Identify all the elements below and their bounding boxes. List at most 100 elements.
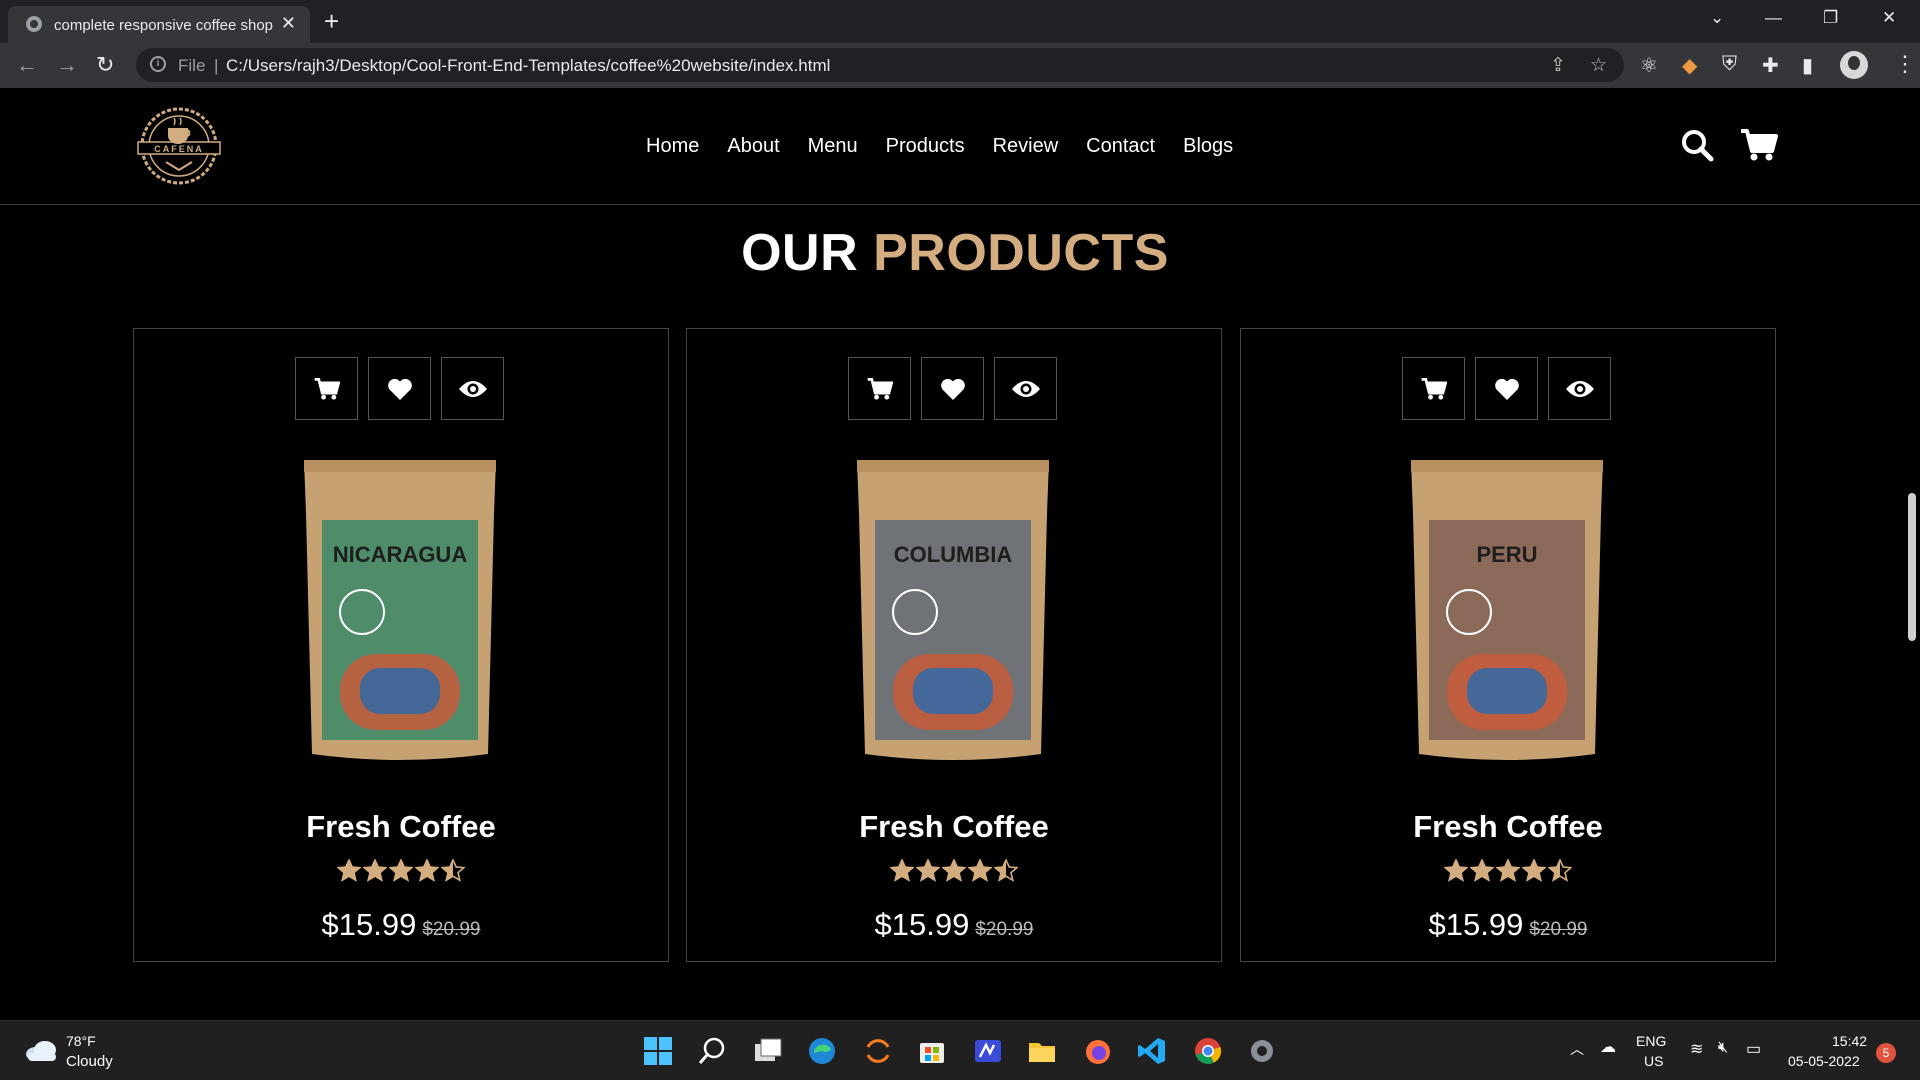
old-price: $20.99: [422, 919, 481, 940]
extensions-puzzle-icon[interactable]: ✚: [1762, 53, 1779, 78]
section-title: OUR PRODUCTS: [741, 224, 1169, 282]
profile-avatar[interactable]: [1840, 51, 1868, 79]
forward-button[interactable]: →: [56, 52, 78, 78]
tab-search-icon[interactable]: ⌄: [1710, 8, 1724, 28]
color-extension-icon[interactable]: ◆: [1682, 53, 1697, 78]
product-rating: [134, 859, 668, 882]
nav-contact[interactable]: Contact: [1086, 135, 1155, 158]
clock-time[interactable]: 15:42: [1832, 1033, 1867, 1049]
wifi-icon[interactable]: ≋: [1690, 1039, 1703, 1059]
windows-start-icon[interactable]: [642, 1035, 674, 1067]
eye-icon: [458, 380, 487, 397]
wishlist-button[interactable]: [368, 357, 431, 420]
search-icon[interactable]: [696, 1035, 728, 1067]
side-panel-icon[interactable]: ▮: [1802, 53, 1813, 78]
battery-icon[interactable]: ▭: [1746, 1039, 1761, 1059]
star-full-icon: [1522, 859, 1546, 882]
task-view-icon[interactable]: [752, 1035, 784, 1067]
main-nav: Home About Menu Products Review Contact …: [646, 135, 1233, 158]
nav-blogs[interactable]: Blogs: [1183, 135, 1233, 158]
product-card: NICARAGUA Fresh Coffee $15.99 $20.99: [133, 328, 669, 962]
weather-temperature[interactable]: 78°F: [66, 1033, 96, 1049]
weather-description[interactable]: Cloudy: [66, 1053, 113, 1070]
chrome-icon[interactable]: [1192, 1035, 1224, 1067]
add-to-cart-button[interactable]: [295, 357, 358, 420]
old-price: $20.99: [1529, 919, 1588, 940]
app-orange-icon[interactable]: [862, 1035, 894, 1067]
browser-tab-strip: complete responsive coffee shop ✕ + ⌄ — …: [0, 0, 1920, 43]
address-bar[interactable]: i File | C:/Users/rajh3/Desktop/Cool-Fro…: [136, 48, 1624, 82]
cart-icon[interactable]: [1740, 128, 1778, 162]
star-full-icon: [890, 859, 914, 882]
minimize-button[interactable]: —: [1765, 8, 1782, 28]
clock-date[interactable]: 05-05-2022: [1788, 1053, 1860, 1069]
new-tab-button[interactable]: +: [324, 6, 339, 37]
product-card: PERU Fresh Coffee $15.99 $20.99: [1240, 328, 1776, 962]
product-rating: [1241, 859, 1775, 882]
info-icon[interactable]: i: [150, 56, 166, 72]
globe-icon: [26, 16, 42, 32]
star-full-icon: [942, 859, 966, 882]
onedrive-icon[interactable]: ☁: [1600, 1037, 1616, 1057]
add-to-cart-button[interactable]: [1402, 357, 1465, 420]
star-half-icon: [994, 859, 1018, 882]
restore-button[interactable]: ❐: [1823, 8, 1838, 28]
product-price: $15.99 $20.99: [687, 907, 1221, 943]
browser-toolbar: ← → ↻ i File | C:/Users/rajh3/Desktop/Co…: [0, 43, 1920, 88]
bag-label: PERU: [1476, 542, 1537, 567]
nav-menu[interactable]: Menu: [808, 135, 858, 158]
firefox-icon[interactable]: [1082, 1035, 1114, 1067]
bookmark-star-icon[interactable]: ☆: [1590, 54, 1607, 77]
close-window-button[interactable]: ✕: [1882, 8, 1896, 28]
language-top[interactable]: ENG: [1636, 1033, 1666, 1049]
language-bottom[interactable]: US: [1644, 1053, 1663, 1069]
volume-muted-icon[interactable]: 🔇︎: [1718, 1039, 1728, 1057]
url-text[interactable]: C:/Users/rajh3/Desktop/Cool-Front-End-Te…: [226, 56, 830, 76]
eye-icon: [1565, 380, 1594, 397]
coffee-bag-image: NICARAGUA: [304, 460, 496, 760]
star-half-icon: [441, 859, 465, 882]
product-actions: [848, 357, 1057, 420]
wishlist-button[interactable]: [921, 357, 984, 420]
coffee-bag-image: COLUMBIA: [857, 460, 1049, 760]
nav-home[interactable]: Home: [646, 135, 699, 158]
star-full-icon: [968, 859, 992, 882]
nav-products[interactable]: Products: [886, 135, 965, 158]
close-tab-icon[interactable]: ✕: [281, 13, 296, 34]
star-full-icon: [389, 859, 413, 882]
bag-label: COLUMBIA: [894, 542, 1013, 567]
cafena-logo[interactable]: CAFENA: [132, 106, 226, 186]
current-price: $15.99: [321, 907, 417, 942]
add-to-cart-button[interactable]: [848, 357, 911, 420]
microsoft-store-icon[interactable]: [916, 1035, 948, 1067]
quick-view-button[interactable]: [441, 357, 504, 420]
product-price: $15.99 $20.99: [1241, 907, 1775, 943]
settings-gear-icon[interactable]: [1246, 1035, 1278, 1067]
star-full-icon: [916, 859, 940, 882]
notification-badge[interactable]: 5: [1876, 1043, 1896, 1063]
eye-icon: [1011, 380, 1040, 397]
vscode-icon[interactable]: [1136, 1035, 1168, 1067]
weather-cloud-icon[interactable]: [24, 1037, 58, 1063]
back-button[interactable]: ←: [16, 52, 38, 78]
scrollbar-thumb[interactable]: [1908, 493, 1916, 641]
browser-menu-icon[interactable]: ⋮: [1894, 51, 1916, 77]
star-full-icon: [415, 859, 439, 882]
app-blue-icon[interactable]: [972, 1035, 1004, 1067]
file-explorer-icon[interactable]: [1026, 1035, 1058, 1067]
share-icon[interactable]: ⇪: [1550, 54, 1566, 77]
edge-icon[interactable]: [806, 1035, 838, 1067]
browser-tab[interactable]: complete responsive coffee shop ✕: [8, 6, 310, 43]
shield-extension-icon[interactable]: ⛨: [1722, 53, 1737, 76]
quick-view-button[interactable]: [1548, 357, 1611, 420]
reload-button[interactable]: ↻: [96, 52, 114, 78]
nav-about[interactable]: About: [727, 135, 779, 158]
quick-view-button[interactable]: [994, 357, 1057, 420]
search-icon[interactable]: [1680, 128, 1714, 162]
heart-icon: [940, 378, 965, 400]
react-devtools-icon[interactable]: ⚛: [1640, 53, 1658, 78]
product-actions: [1402, 357, 1611, 420]
show-hidden-icons[interactable]: ︿: [1570, 1039, 1584, 1059]
wishlist-button[interactable]: [1475, 357, 1538, 420]
nav-review[interactable]: Review: [993, 135, 1059, 158]
